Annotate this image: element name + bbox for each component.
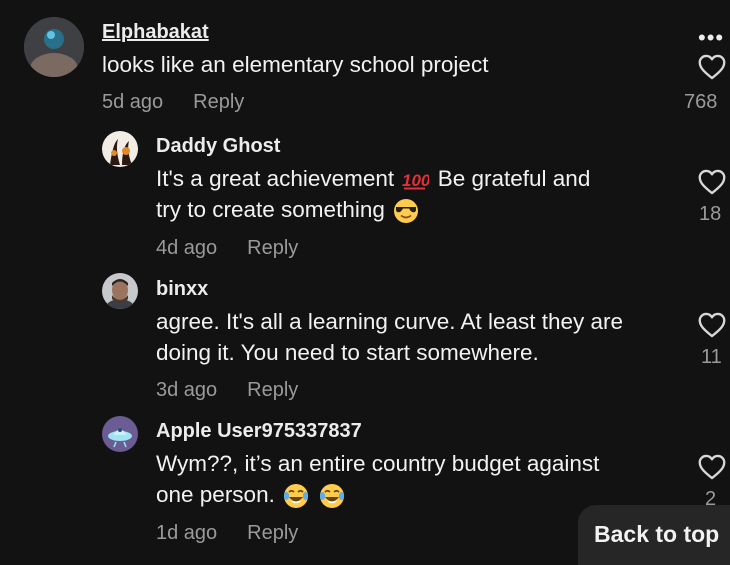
avatar[interactable] — [24, 17, 84, 77]
heart-icon[interactable] — [698, 312, 726, 338]
comment-meta: 3d ago Reply — [156, 379, 298, 402]
comment-meta: 5d ago Reply — [102, 91, 244, 114]
like-count: 11 — [701, 346, 722, 368]
comment-text: It's a great achievement 100 Be grateful… — [156, 163, 590, 225]
comment-text-line: doing it. You need to start somewhere. — [156, 340, 539, 365]
reply-button[interactable]: Reply — [247, 522, 298, 544]
comment-text-line: It's a great achievement — [156, 166, 395, 191]
username[interactable]: binxx — [156, 278, 208, 301]
comment-text: Wym??, it’s an entire country budget aga… — [156, 448, 599, 510]
comment-text-line: looks like an elementary school project — [102, 52, 489, 77]
reply-button[interactable]: Reply — [247, 237, 298, 259]
hundred-points-emoji-icon: 100 — [402, 171, 429, 190]
face-with-tears-of-joy-emoji-icon — [320, 484, 345, 509]
comment-meta: 4d ago Reply — [156, 237, 298, 260]
svg-text:100: 100 — [402, 171, 429, 190]
back-to-top-button[interactable]: Back to top — [578, 505, 730, 565]
comment-time: 5d ago — [102, 91, 164, 113]
comment-text: looks like an elementary school project — [102, 49, 488, 80]
avatar[interactable] — [102, 273, 138, 309]
like-count: 18 — [699, 203, 722, 225]
comment-text-line: Be grateful and — [437, 166, 591, 191]
like-count: 768 — [684, 91, 718, 113]
comment-text: agree. It's all a learning curve. At lea… — [156, 306, 623, 368]
comment-text-line: agree. It's all a learning curve. At lea… — [156, 309, 624, 334]
comment-time: 1d ago — [156, 522, 218, 544]
comment-text-line: try to create something — [156, 197, 385, 222]
back-to-top-label: Back to top — [594, 521, 720, 547]
heart-icon[interactable] — [698, 54, 726, 80]
face-with-tears-of-joy-emoji-icon — [284, 484, 309, 509]
username[interactable]: Elphabakat — [102, 21, 209, 44]
avatar[interactable] — [102, 416, 138, 452]
reply-button[interactable]: Reply — [193, 91, 244, 113]
comment-text-line: one person. — [156, 482, 275, 507]
username[interactable]: Daddy Ghost — [156, 135, 280, 158]
more-options-icon[interactable]: ••• — [698, 25, 724, 51]
username[interactable]: Apple User975337837 — [156, 420, 362, 443]
comment-text-line: Wym??, it’s an entire country budget aga… — [156, 451, 600, 476]
avatar[interactable] — [102, 131, 138, 167]
comment-time: 3d ago — [156, 379, 218, 401]
smiling-face-with-sunglasses-emoji-icon — [394, 199, 419, 224]
comment-meta: 1d ago Reply — [156, 522, 298, 545]
heart-icon[interactable] — [698, 169, 726, 195]
reply-button[interactable]: Reply — [247, 379, 298, 401]
heart-icon[interactable] — [698, 454, 726, 480]
comment-time: 4d ago — [156, 237, 218, 259]
